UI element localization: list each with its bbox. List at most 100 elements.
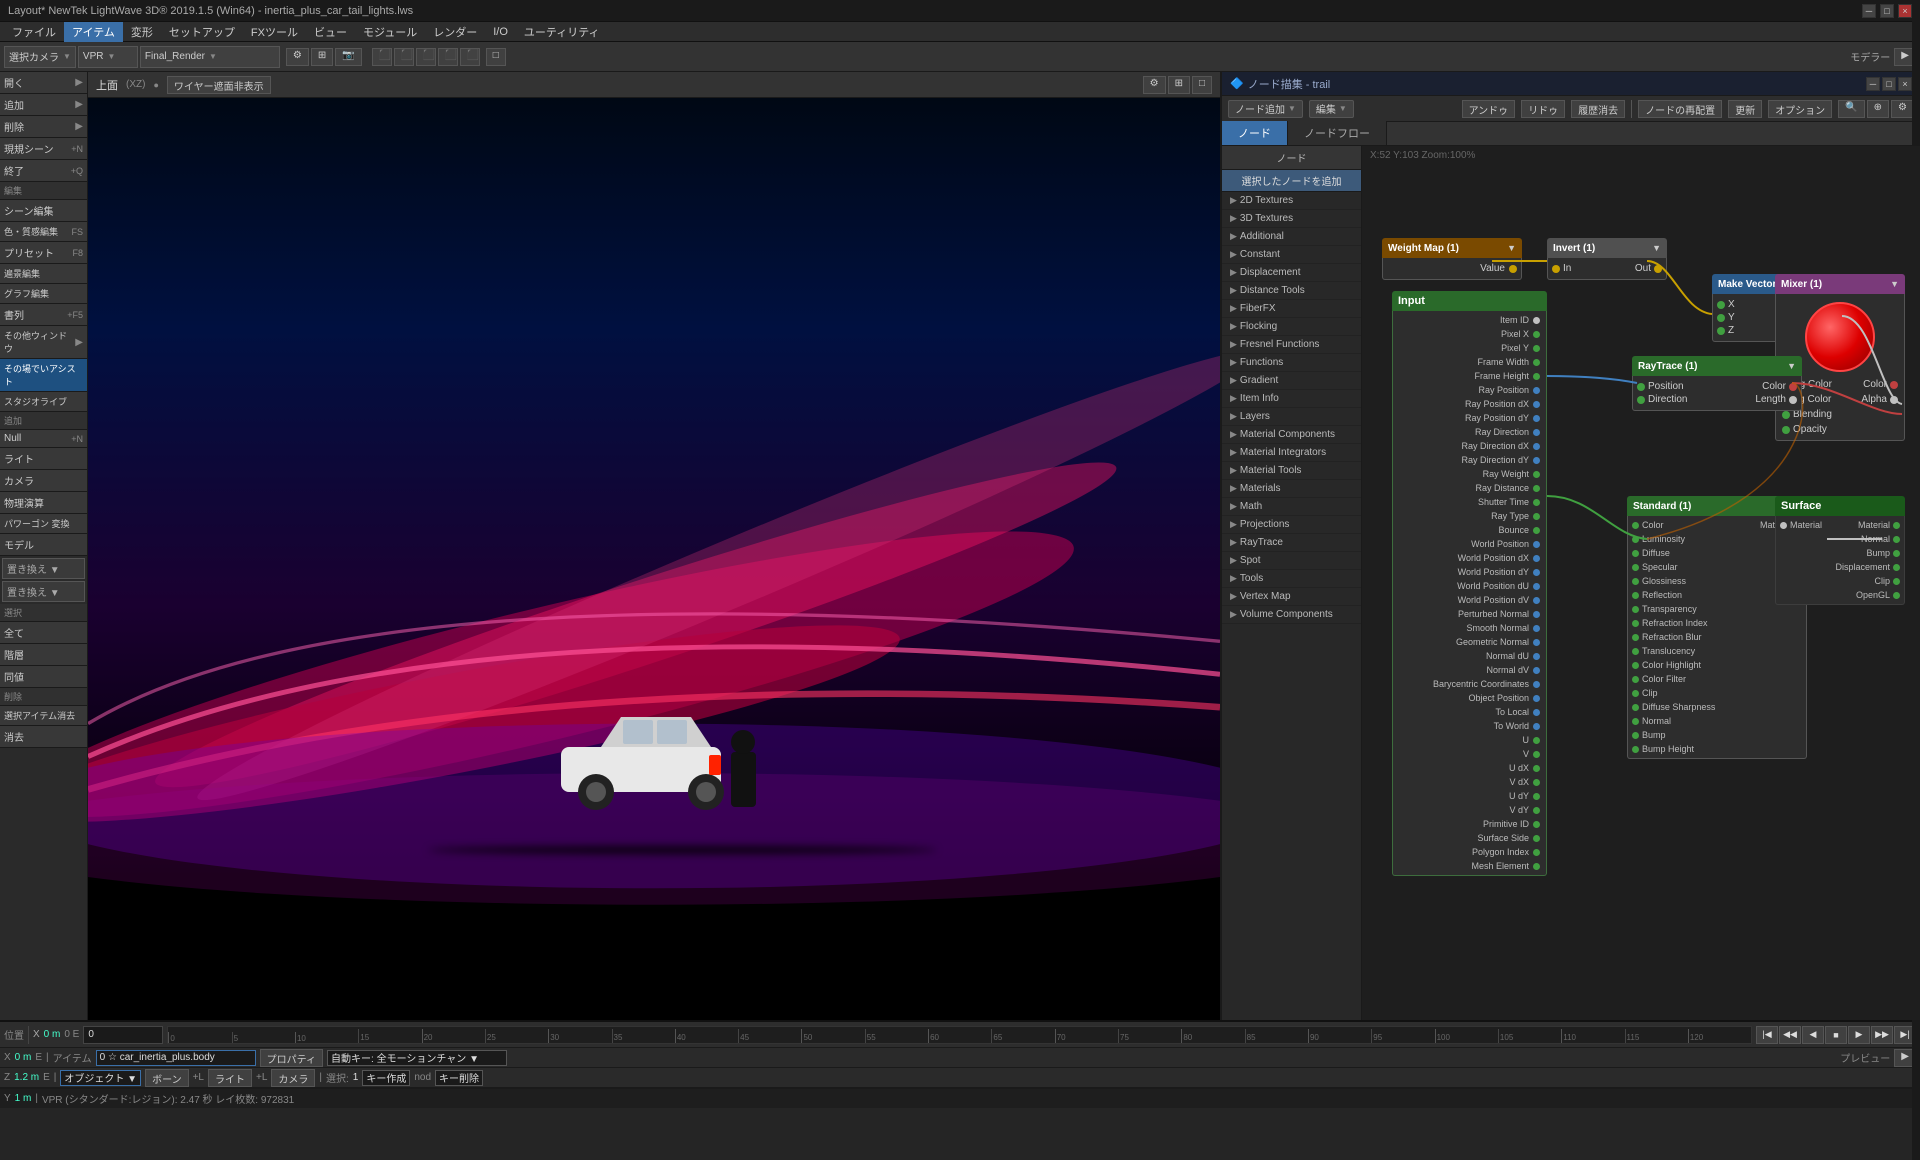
cat-tools[interactable]: ▶Tools: [1222, 570, 1361, 588]
cat-material-tools[interactable]: ▶Material Tools: [1222, 462, 1361, 480]
viewport-settings-btn[interactable]: ⚙: [1143, 76, 1166, 94]
stop-btn[interactable]: ■: [1825, 1026, 1847, 1044]
mixer-header[interactable]: Mixer (1) ▼: [1775, 274, 1905, 294]
sidebar-surface-edit[interactable]: 色・質感編集FS: [0, 222, 87, 242]
sidebar-delete[interactable]: 削除▶: [0, 116, 87, 138]
sidebar-light[interactable]: ライト: [0, 448, 87, 470]
node-update-btn[interactable]: 更新: [1728, 100, 1762, 118]
menu-module[interactable]: モジュール: [355, 22, 425, 42]
menu-fx[interactable]: FXツール: [243, 22, 306, 42]
node-clear-history-btn[interactable]: 履歴消去: [1571, 100, 1625, 118]
cat-projections[interactable]: ▶Projections: [1222, 516, 1361, 534]
cat-material-integrators[interactable]: ▶Material Integrators: [1222, 444, 1361, 462]
sidebar-physics[interactable]: 物理演算: [0, 492, 87, 514]
cat-2d-textures[interactable]: ▶2D Textures: [1222, 192, 1361, 210]
sidebar-open[interactable]: 開く▶: [0, 72, 87, 94]
node-edit-btn[interactable]: 編集 ▼: [1309, 100, 1354, 118]
node-undo-btn[interactable]: アンドゥ: [1462, 100, 1516, 118]
bone-btn[interactable]: ボーン: [145, 1069, 189, 1087]
cat-vertex-map[interactable]: ▶Vertex Map: [1222, 588, 1361, 606]
cat-fiberfx[interactable]: ▶FiberFX: [1222, 300, 1361, 318]
node-options-btn[interactable]: オプション: [1768, 100, 1832, 118]
view-btn5[interactable]: ⬛: [460, 48, 480, 66]
menu-view[interactable]: ビュー: [306, 22, 355, 42]
cat-displacement[interactable]: ▶Displacement: [1222, 264, 1361, 282]
sidebar-null[interactable]: Null+N: [0, 430, 87, 448]
sidebar-power[interactable]: パワーゴン 変換: [0, 514, 87, 534]
view-btn3[interactable]: ⬛: [416, 48, 436, 66]
sidebar-select-all[interactable]: 全て: [0, 622, 87, 644]
prev-btn[interactable]: ◀◀: [1779, 1026, 1801, 1044]
weight-map-header[interactable]: Weight Map (1) ▼: [1382, 238, 1522, 258]
sidebar-other-windows[interactable]: その他ウィンドウ▶: [0, 326, 87, 359]
cat-distance-tools[interactable]: ▶Distance Tools: [1222, 282, 1361, 300]
timeline-ruler[interactable]: 0 5 10 15 20 25 30 35 40 45 50 55 60 65 …: [167, 1026, 1752, 1044]
cat-materials[interactable]: ▶Materials: [1222, 480, 1361, 498]
render-settings-btn[interactable]: ⚙: [286, 48, 309, 66]
node-rearrange-btn[interactable]: ノードの再配置: [1638, 100, 1722, 118]
raytrace-header[interactable]: RayTrace (1) ▼: [1632, 356, 1802, 376]
viewport-grid-btn[interactable]: ⊞: [1168, 76, 1190, 94]
sidebar-camera[interactable]: カメラ: [0, 470, 87, 492]
viewport-wireframe-btn[interactable]: ワイヤー遮面非表示: [167, 76, 271, 94]
sidebar-scene-edit[interactable]: シーン編集: [0, 200, 87, 222]
camera-btn[interactable]: カメラ: [271, 1069, 315, 1087]
sidebar-delete-selected[interactable]: 選択アイテム消去: [0, 706, 87, 726]
replace-dropdown[interactable]: 置き換え ▼: [2, 558, 85, 579]
cat-raytrace[interactable]: ▶RayTrace: [1222, 534, 1361, 552]
node-redo-btn[interactable]: リドゥ: [1521, 100, 1565, 118]
sidebar-select-hierarchy[interactable]: 階層: [0, 644, 87, 666]
cat-item-info[interactable]: ▶Item Info: [1222, 390, 1361, 408]
sidebar-graph[interactable]: グラフ編集: [0, 284, 87, 304]
step-back-btn[interactable]: ◀: [1802, 1026, 1824, 1044]
node-panel-min[interactable]: ─: [1866, 77, 1880, 91]
cat-layers[interactable]: ▶Layers: [1222, 408, 1361, 426]
cat-gradient[interactable]: ▶Gradient: [1222, 372, 1361, 390]
prev-start-btn[interactable]: |◀: [1756, 1026, 1778, 1044]
sidebar-list[interactable]: 書列+F5: [0, 304, 87, 326]
render-grid-btn[interactable]: ⊞: [311, 48, 333, 66]
sidebar-add[interactable]: 追加▶: [0, 94, 87, 116]
cat-volume-components[interactable]: ▶Volume Components: [1222, 606, 1361, 624]
menu-file[interactable]: ファイル: [4, 22, 64, 42]
sidebar-new-scene[interactable]: 現規シーン+N: [0, 138, 87, 160]
replace-dropdown2[interactable]: 置き換え ▼: [2, 581, 85, 602]
cat-material-components[interactable]: ▶Material Components: [1222, 426, 1361, 444]
node-search-btn[interactable]: 🔍: [1838, 100, 1864, 118]
menu-utility[interactable]: ユーティリティ: [516, 22, 608, 42]
menu-io[interactable]: I/O: [485, 24, 516, 40]
close-button[interactable]: ×: [1898, 4, 1912, 18]
input-header[interactable]: Input: [1392, 291, 1547, 311]
viewport-max-btn[interactable]: □: [1192, 76, 1212, 94]
sidebar-quit[interactable]: 終了+Q: [0, 160, 87, 182]
play-btn[interactable]: ▶: [1848, 1026, 1870, 1044]
cat-math[interactable]: ▶Math: [1222, 498, 1361, 516]
invert-header[interactable]: Invert (1) ▼: [1547, 238, 1667, 258]
cat-fresnel[interactable]: ▶Fresnel Functions: [1222, 336, 1361, 354]
sidebar-select-same[interactable]: 同値: [0, 666, 87, 688]
node-add-btn[interactable]: ノード追加 ▼: [1228, 100, 1303, 118]
cat-functions[interactable]: ▶Functions: [1222, 354, 1361, 372]
sidebar-preset[interactable]: プリセットF8: [0, 242, 87, 264]
node-magnify-btn[interactable]: ⊕: [1867, 100, 1889, 118]
menu-item[interactable]: アイテム: [64, 22, 123, 42]
sidebar-model[interactable]: モデル: [0, 534, 87, 556]
sidebar-scene-edit2[interactable]: 遍景編集: [0, 264, 87, 284]
cat-flocking[interactable]: ▶Flocking: [1222, 318, 1361, 336]
render-camera-btn[interactable]: 📷: [335, 48, 361, 66]
node-panel-close[interactable]: ×: [1898, 77, 1912, 91]
cat-spot[interactable]: ▶Spot: [1222, 552, 1361, 570]
maximize-view-btn[interactable]: □: [486, 48, 506, 66]
key-make-btn[interactable]: キー作成: [362, 1070, 410, 1086]
tab-node-flow[interactable]: ノードフロー: [1288, 121, 1387, 145]
cat-constant[interactable]: ▶Constant: [1222, 246, 1361, 264]
key-delete-btn[interactable]: キー削除: [435, 1070, 483, 1086]
surface-header[interactable]: Surface: [1775, 496, 1905, 516]
tab-node[interactable]: ノード: [1222, 121, 1288, 145]
node-settings-btn[interactable]: ⚙: [1891, 100, 1914, 118]
cat-3d-textures[interactable]: ▶3D Textures: [1222, 210, 1361, 228]
sidebar-clear[interactable]: 消去: [0, 726, 87, 748]
light-btn[interactable]: ライト: [208, 1069, 252, 1087]
sidebar-assist[interactable]: その場でいアシスト: [0, 359, 87, 392]
render-dropdown[interactable]: Final_Render ▼: [140, 46, 280, 68]
